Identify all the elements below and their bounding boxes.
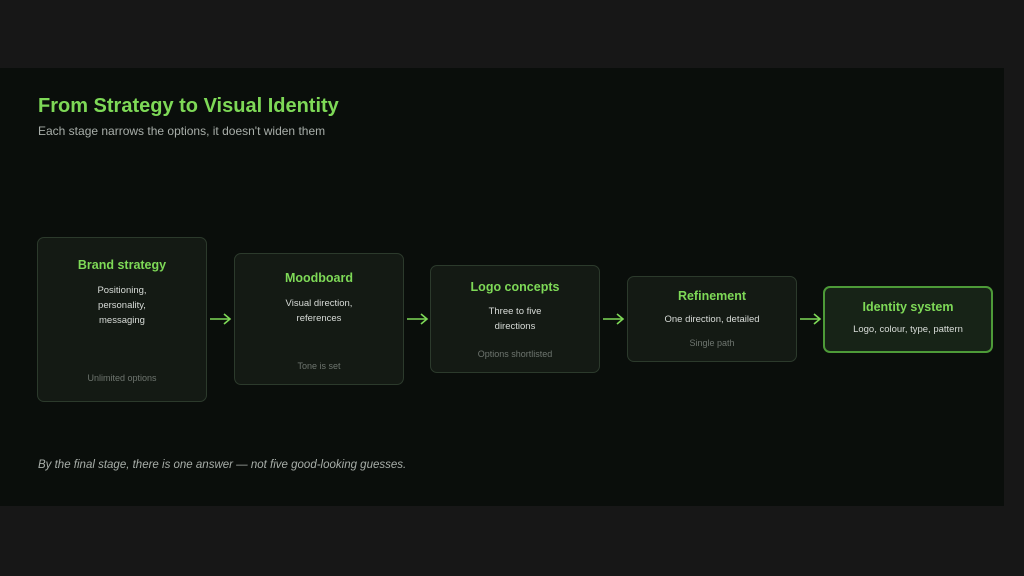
stage-title: Brand strategy xyxy=(77,258,167,272)
diagram-subtitle: Each stage narrows the options, it doesn… xyxy=(38,124,326,138)
stage-title: Identity system xyxy=(862,300,954,314)
stage-description: Logo, colour, type, pattern xyxy=(853,324,963,335)
diagram-title: From Strategy to Visual Identity xyxy=(38,95,339,117)
stage-note: Tone is set xyxy=(297,361,341,371)
arrow-right-icon xyxy=(407,313,429,325)
stage-title: Moodboard xyxy=(284,271,354,285)
stage-description: Visual direction, references xyxy=(285,298,353,324)
stage-brand-strategy: Brand strategy Positioning, personality,… xyxy=(37,237,207,402)
stage-moodboard: Moodboard Visual direction, references T… xyxy=(234,253,404,385)
diagram-footer: By the final stage, there is one answer … xyxy=(38,459,407,471)
stage-identity-system: Identity system Logo, colour, type, patt… xyxy=(823,286,993,353)
stage-description: Three to five directions xyxy=(488,306,542,332)
stage-refinement: Refinement One direction, detailed Singl… xyxy=(627,276,797,362)
stage-logo-concepts: Logo concepts Three to five directions O… xyxy=(430,265,600,373)
stage-title: Logo concepts xyxy=(470,280,560,294)
stage-note: Options shortlisted xyxy=(477,349,553,359)
stage-description: Positioning, personality, messaging xyxy=(97,285,147,326)
stage-description: One direction, detailed xyxy=(664,314,760,325)
slide: From Strategy to Visual Identity Each st… xyxy=(0,68,1004,506)
arrow-right-icon xyxy=(800,313,822,325)
stage-note: Single path xyxy=(689,338,735,348)
arrow-right-icon xyxy=(603,313,625,325)
arrow-right-icon xyxy=(210,313,232,325)
stage-note: Unlimited options xyxy=(87,373,157,383)
stage-title: Refinement xyxy=(677,289,747,303)
